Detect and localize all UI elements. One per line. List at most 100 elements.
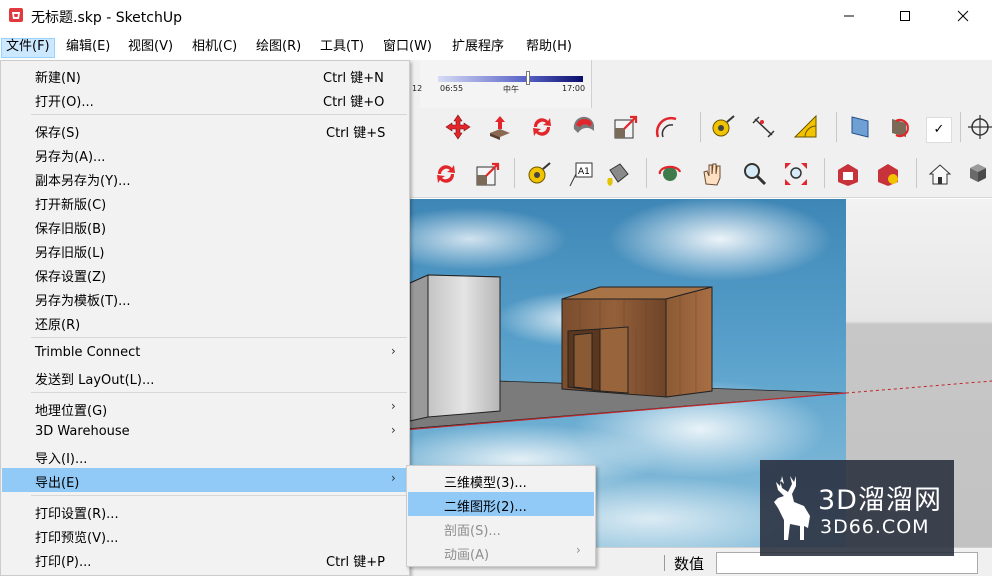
menu-edit[interactable]: 编辑(E) xyxy=(62,38,114,58)
toolbar-separator xyxy=(700,112,701,142)
menu-help[interactable]: 帮助(H) xyxy=(522,38,576,58)
tape-measure-icon[interactable] xyxy=(708,113,736,141)
submenu-arrow-icon: › xyxy=(391,399,396,413)
components-icon[interactable] xyxy=(966,160,992,188)
file-menu-open-newer[interactable]: 打开新版(C) xyxy=(2,190,408,214)
menu-item-shortcut: Ctrl 键+P xyxy=(326,555,385,570)
shadow-slider-thumb[interactable] xyxy=(526,71,530,85)
wood-block-side xyxy=(665,286,713,398)
toolbar-separator xyxy=(960,112,961,142)
svg-text:A1: A1 xyxy=(578,167,590,177)
scale-icon[interactable] xyxy=(612,113,640,141)
house-icon[interactable] xyxy=(926,160,954,188)
file-menu-print-preview[interactable]: 打印预览(V)... xyxy=(2,523,408,547)
file-menu-print-setup[interactable]: 打印设置(R)... xyxy=(2,499,408,523)
measurements-label: 数值 xyxy=(674,555,705,573)
file-menu-open[interactable]: 打开(O)... Ctrl 键+O xyxy=(2,87,408,111)
file-menu-save-settings[interactable]: 保存设置(Z) xyxy=(2,262,408,286)
watermark-title: 3D溜溜网 xyxy=(818,485,942,516)
submenu-arrow-icon: › xyxy=(391,344,396,358)
dimension-icon[interactable] xyxy=(750,113,778,141)
file-menu-save-as-older[interactable]: 另存旧版(L) xyxy=(2,238,408,262)
axes-icon[interactable] xyxy=(966,113,992,141)
shadow-end-time: 17:00 xyxy=(562,84,586,93)
sketchup-logo-icon xyxy=(9,8,23,22)
offset-icon[interactable] xyxy=(654,113,682,141)
file-menu-revert[interactable]: 还原(R) xyxy=(2,310,408,334)
section-plane-icon[interactable] xyxy=(846,113,874,141)
close-icon xyxy=(957,10,969,22)
maximize-button[interactable] xyxy=(882,0,928,32)
move-icon[interactable] xyxy=(444,113,472,141)
push-pull-icon[interactable] xyxy=(486,113,514,141)
menu-item-label: 还原(R) xyxy=(35,318,81,333)
grey-box-front xyxy=(409,274,429,422)
menu-view[interactable]: 视图(V) xyxy=(124,38,177,58)
door-left-leaf xyxy=(573,332,593,390)
menu-item-label: 二维图形(2)... xyxy=(444,500,527,515)
shadow-start-time: 06:55 xyxy=(440,84,464,93)
file-menu-3d-warehouse[interactable]: 3D Warehouse › xyxy=(2,420,408,444)
section-toggle-checkbox[interactable]: ✓ xyxy=(926,117,952,143)
menu-item-label: 打印设置(R)... xyxy=(35,507,119,522)
tape-measure-icon[interactable] xyxy=(524,160,552,188)
file-menu-dropdown: 新建(N) Ctrl 键+N 打开(O)... Ctrl 键+O 保存(S) C… xyxy=(0,60,410,576)
file-menu-send-to-layout[interactable]: 发送到 LayOut(L)... xyxy=(2,365,408,389)
shadow-time-slider[interactable] xyxy=(438,76,583,82)
paint-bucket-icon[interactable] xyxy=(604,160,632,188)
minimize-button[interactable] xyxy=(826,0,872,32)
close-button[interactable] xyxy=(940,0,986,32)
extension-warehouse-icon[interactable] xyxy=(874,160,902,188)
file-menu-save-as-template[interactable]: 另存为模板(T)... xyxy=(2,286,408,310)
protractor-icon[interactable] xyxy=(792,113,820,141)
export-3d-model[interactable]: 三维模型(3)... xyxy=(408,468,594,492)
menu-camera[interactable]: 相机(C) xyxy=(188,38,241,58)
toolbar-separator xyxy=(646,158,647,188)
file-menu-print[interactable]: 打印(P)... Ctrl 键+P xyxy=(2,547,408,571)
menu-item-shortcut: Ctrl 键+O xyxy=(323,95,385,110)
section-display-icon[interactable] xyxy=(886,113,914,141)
menu-window[interactable]: 窗口(W) xyxy=(379,38,436,58)
rotate-icon[interactable] xyxy=(528,113,556,141)
file-menu-import[interactable]: 导入(I)... xyxy=(2,444,408,468)
deer-logo-icon xyxy=(774,476,810,540)
file-menu-save-copy-as[interactable]: 副本另存为(Y)... xyxy=(2,166,408,190)
menu-bar: 文件(F) 编辑(E) 视图(V) 相机(C) 绘图(R) 工具(T) 窗口(W… xyxy=(0,34,992,60)
toolbar-separator xyxy=(836,112,837,142)
text-icon[interactable]: A1 xyxy=(566,160,594,188)
grey-box-side xyxy=(427,274,501,418)
toolbar-separator xyxy=(916,158,917,188)
export-2d-graphic[interactable]: 二维图形(2)... xyxy=(408,492,594,516)
menu-item-label: 另存为(A)... xyxy=(35,150,106,165)
file-menu-new[interactable]: 新建(N) Ctrl 键+N xyxy=(2,63,408,87)
menu-extensions[interactable]: 扩展程序 xyxy=(448,38,508,58)
zoom-extents-icon[interactable] xyxy=(782,160,810,188)
file-menu-trimble-connect[interactable]: Trimble Connect › xyxy=(2,341,408,365)
menu-item-label: Trimble Connect xyxy=(35,345,141,360)
menu-separator xyxy=(31,392,407,393)
menu-item-label: 另存为模板(T)... xyxy=(35,294,131,309)
file-menu-save-as[interactable]: 另存为(A)... xyxy=(2,142,408,166)
warehouse-icon[interactable] xyxy=(834,160,862,188)
follow-me-icon[interactable] xyxy=(570,113,598,141)
export-submenu: 三维模型(3)... 二维图形(2)... 剖面(S)... 动画(A) › xyxy=(406,465,596,567)
orbit-icon[interactable] xyxy=(656,160,684,188)
file-menu-save[interactable]: 保存(S) Ctrl 键+S xyxy=(2,118,408,142)
menu-separator xyxy=(31,114,407,115)
menu-item-label: 新建(N) xyxy=(35,71,81,86)
rotate-icon[interactable] xyxy=(432,160,460,188)
menu-item-label: 三维模型(3)... xyxy=(444,476,527,491)
menu-file[interactable]: 文件(F) xyxy=(1,38,55,58)
file-menu-export[interactable]: 导出(E) › xyxy=(2,468,408,492)
menu-tools[interactable]: 工具(T) xyxy=(316,38,368,58)
menu-item-label: 打开(O)... xyxy=(35,95,94,110)
menu-item-label: 剖面(S)... xyxy=(444,524,501,539)
file-menu-geo-location[interactable]: 地理位置(G) › xyxy=(2,396,408,420)
file-menu-save-older[interactable]: 保存旧版(B) xyxy=(2,214,408,238)
menu-item-label: 发送到 LayOut(L)... xyxy=(35,373,155,388)
zoom-icon[interactable] xyxy=(740,160,768,188)
pan-icon[interactable] xyxy=(698,160,726,188)
window-title: 无标题.skp - SketchUp xyxy=(31,10,182,26)
scale-icon[interactable] xyxy=(474,160,502,188)
menu-draw[interactable]: 绘图(R) xyxy=(252,38,305,58)
